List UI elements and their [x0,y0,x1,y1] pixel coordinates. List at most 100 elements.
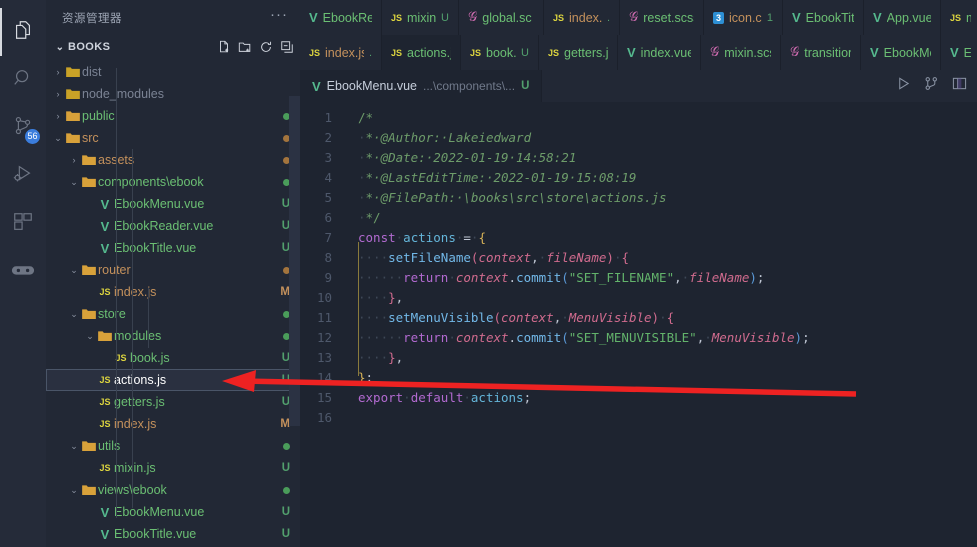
files-icon [12,19,34,46]
file-tree[interactable]: ›dist›node_modules›public⌄src›assets⌄com… [46,59,300,547]
code-line: 10 ····}, [300,288,977,308]
chevron-right-icon[interactable]: › [52,89,64,99]
sidebar-more-actions-icon[interactable]: ··· [270,6,288,29]
editor-tab[interactable]: JS mixin.js U [382,0,459,35]
code-line-text[interactable]: const·actions·=·{ [348,228,486,248]
tree-item[interactable]: › assets [46,149,300,171]
chevron-down-icon[interactable]: ⌄ [68,309,80,320]
editor-tab[interactable]: 𝒢mixin.scs [701,35,781,70]
editor-tab[interactable]: V App.vue [864,0,941,35]
chevron-down-icon[interactable]: ⌄ [68,485,80,496]
tree-item[interactable]: › dist [46,61,300,83]
folder-icon [64,132,82,144]
tree-item[interactable]: JS index.js M [46,413,300,435]
run-icon[interactable] [896,76,911,96]
tree-item[interactable]: JS index.js M [46,281,300,303]
tree-item[interactable]: V EbookReader.vue U [46,215,300,237]
code-line-text[interactable]: ····}, [348,288,403,308]
activity-item-extensions[interactable] [0,200,46,248]
editor-tab[interactable]: JS getters.js [539,35,618,70]
chevron-down-icon[interactable]: ⌄ [68,441,80,452]
editor-tab[interactable]: V Eb [941,35,977,70]
editor-tab[interactable]: V EbookTit [783,0,864,35]
editor-tab[interactable]: JS book.js U [461,35,539,70]
code-line-text[interactable]: ·*·@Date:·2022-01-19·14:58:21 [348,148,576,168]
tree-item[interactable]: ⌄ utils [46,435,300,457]
editor-actions [896,76,977,96]
editor-tab[interactable]: JS m [941,0,977,35]
vue-icon: V [792,10,801,25]
editor-tab[interactable]: 𝒢global.sc [459,0,544,35]
folder-icon [80,308,98,320]
chevron-right-icon[interactable]: › [68,155,80,165]
active-editor-tab[interactable]: V EbookMenu.vue ...\components\... U [300,70,543,102]
activity-item-search[interactable] [0,56,46,104]
tree-item-label: store [98,307,126,321]
js-icon: JS [548,47,560,58]
sidebar-scrollbar[interactable] [289,96,300,426]
explorer-section-header[interactable]: ⌄ BOOKS [46,35,300,59]
editor-tab[interactable]: 𝒢reset.scss [620,0,704,35]
editor-tab[interactable]: V EbookRe [300,0,382,35]
tree-item-label: public [82,109,115,123]
code-editor[interactable]: 1 /* 2 ·*·@Author:·Lakeiedward 3 ·*·@Date:·20… [300,102,977,547]
editor-tab[interactable]: JS index.js. [544,0,620,35]
tree-item[interactable]: › node_modules [46,83,300,105]
tree-item-selected[interactable]: JS actions.js U [46,369,300,391]
tree-item[interactable]: ⌄ modules [46,325,300,347]
toggle-panel-icon[interactable] [952,76,967,96]
chevron-down-icon[interactable]: ⌄ [68,177,80,188]
code-line-text[interactable]: ······return·context.commit("SET_FILENAM… [348,268,764,288]
tree-item[interactable]: › public [46,105,300,127]
chevron-right-icon[interactable]: › [52,67,64,77]
activity-item-explorer[interactable] [0,8,46,56]
activity-item-run-debug[interactable] [0,152,46,200]
code-line-text[interactable] [348,408,358,428]
tree-item[interactable]: V EbookTitle.vue U [46,237,300,259]
tree-item[interactable]: ⌄ components\ebook [46,171,300,193]
code-line-text[interactable]: ····setMenuVisible(context,·MenuVisible)… [348,308,674,328]
code-line-text[interactable]: }; [348,368,373,388]
tree-item[interactable]: JS getters.js U [46,391,300,413]
editor-tab[interactable]: JS index.js. [300,35,382,70]
editor-tab-row-1[interactable]: V EbookRe JS mixin.js U 𝒢global.sc JS index.js.… [300,0,977,35]
chevron-down-icon[interactable]: ⌄ [52,133,64,144]
refresh-icon[interactable] [259,40,273,54]
code-line-text[interactable]: ····}, [348,348,403,368]
activity-item-source-control[interactable]: 56 [0,104,46,152]
new-folder-icon[interactable] [238,40,252,54]
editor-tab[interactable]: Vindex.vue [618,35,701,70]
chevron-down-icon[interactable]: ⌄ [68,265,80,276]
tree-item[interactable]: ⌄ views\ebook [46,479,300,501]
tree-item[interactable]: V EbookTitle.vue U [46,523,300,545]
tree-item[interactable]: V EbookMenu.vue U [46,501,300,523]
tree-item-label: EbookReader.vue [114,219,214,233]
code-line-text[interactable]: export·default·actions; [348,388,531,408]
code-line-text[interactable]: ····setFileName(context,·fileName)·{ [348,248,629,268]
activity-item-gamepad[interactable] [0,248,46,296]
tree-item[interactable]: ⌄ src [46,127,300,149]
tree-item[interactable]: ⌄ store [46,303,300,325]
split-editor-icon[interactable] [924,76,939,96]
chevron-down-icon[interactable]: ⌄ [52,42,68,53]
code-line-text[interactable]: ······return·context.commit("SET_MENUVIS… [348,328,810,348]
code-line-text[interactable]: /* [348,108,373,128]
collapse-all-icon[interactable] [280,40,294,54]
editor-tab[interactable]: 3 icon.css 1 [704,0,783,35]
code-line-text[interactable]: ·*·@Author:·Lakeiedward [348,128,531,148]
code-line-text[interactable]: ·*/ [348,208,381,228]
line-number: 4 [324,170,332,185]
tree-item[interactable]: V EbookMenu.vue U [46,193,300,215]
code-line-text[interactable]: ·*·@FilePath:·\books\src\store\actions.j… [348,188,667,208]
editor-tab-row-2[interactable]: JS index.js. JS actions.js JS book.js U JS gette… [300,35,977,70]
tree-item[interactable]: JS mixin.js U [46,457,300,479]
editor-tab[interactable]: V EbookMe [861,35,941,70]
chevron-down-icon[interactable]: ⌄ [84,331,96,342]
editor-tab[interactable]: 𝒢transition [781,35,861,70]
tree-item[interactable]: JS book.js U [46,347,300,369]
chevron-right-icon[interactable]: › [52,111,64,121]
editor-tab[interactable]: JS actions.js [382,35,461,70]
code-line-text[interactable]: ·*·@LastEditTime:·2022-01-19·15:08:19 [348,168,636,188]
new-file-icon[interactable] [217,40,231,54]
tree-item[interactable]: ⌄ router [46,259,300,281]
